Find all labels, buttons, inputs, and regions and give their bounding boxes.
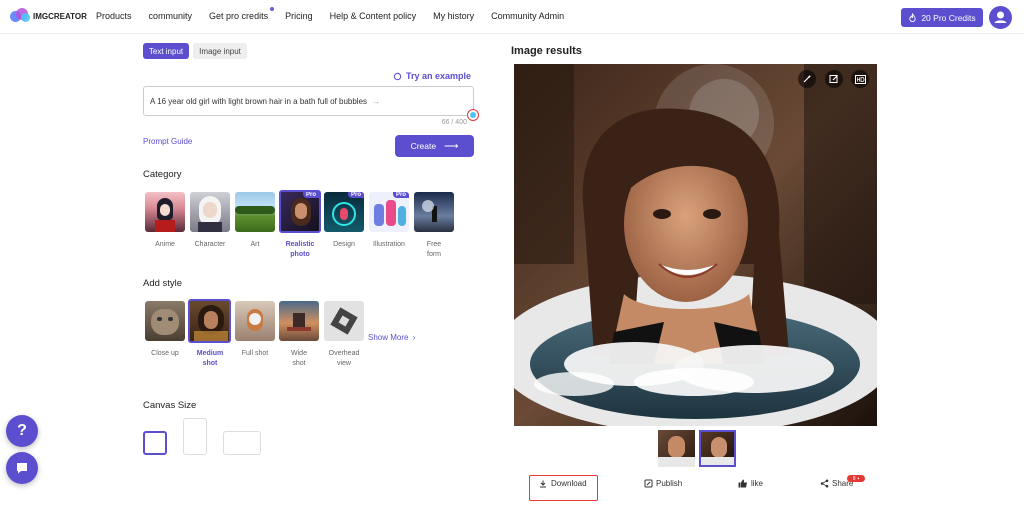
share-count-badge: 8 ▪	[847, 475, 865, 482]
refresh-icon	[393, 72, 402, 80]
try-example-link[interactable]: Try an example	[393, 71, 471, 81]
chat-button[interactable]	[6, 452, 38, 484]
tab-image-input[interactable]: Image input	[193, 43, 247, 59]
assistant-icon[interactable]	[467, 109, 479, 121]
style-label: Full shot	[241, 350, 269, 357]
category-art-thumb[interactable]	[235, 192, 275, 232]
hd-button[interactable]	[851, 70, 869, 88]
chevron-right-icon: ›	[412, 333, 416, 342]
category-label-selected: Realistic photo	[285, 241, 315, 258]
nav-community-admin[interactable]: Community Admin	[491, 11, 564, 21]
like-button[interactable]: like	[738, 479, 763, 488]
category-anime-thumb[interactable]	[145, 192, 185, 232]
category-character-thumb[interactable]	[190, 192, 230, 232]
style-label: Close up	[151, 350, 179, 357]
chat-icon	[17, 463, 27, 474]
pro-badge: Pro	[302, 192, 319, 198]
main-nav: Products community Get pro credits Prici…	[96, 7, 581, 21]
category-label: Character	[194, 241, 226, 248]
logo[interactable]: IMGCREATOR	[10, 8, 87, 24]
style-wide-shot-thumb[interactable]	[279, 301, 319, 341]
publish-icon	[644, 479, 653, 488]
canvas-portrait-option[interactable]	[183, 418, 207, 455]
nav-community[interactable]: community	[149, 11, 193, 21]
category-title: Category	[143, 169, 182, 180]
download-button[interactable]: Download	[539, 479, 587, 488]
category-label: Anime	[155, 241, 175, 248]
nav-get-pro-credits[interactable]: Get pro credits	[209, 7, 275, 21]
pro-badge: Pro	[347, 192, 364, 198]
category-label: Art	[250, 241, 260, 248]
try-example-label: Try an example	[406, 71, 472, 81]
tab-text-input[interactable]: Text input	[143, 43, 189, 59]
canvas-size-title: Canvas Size	[143, 400, 197, 411]
top-navigation-bar: IMGCREATOR Products community Get pro cr…	[0, 0, 1024, 34]
logo-icon	[10, 8, 32, 24]
thumbs-up-icon	[738, 479, 747, 488]
style-label: Wide shot	[291, 350, 307, 367]
category-realistic-photo-thumb[interactable]: Pro	[279, 190, 321, 233]
result-thumbnail-1[interactable]	[658, 430, 695, 467]
question-icon: ?	[17, 422, 27, 439]
help-button[interactable]: ?	[6, 415, 38, 447]
nav-my-history[interactable]: My history	[433, 11, 474, 21]
pro-credits-label: 20 Pro Credits	[921, 12, 976, 23]
publish-button[interactable]: Publish	[644, 479, 682, 488]
style-label: Overhead view	[328, 350, 360, 367]
user-avatar[interactable]	[989, 6, 1012, 29]
edit-icon	[829, 75, 838, 83]
nav-products[interactable]: Products	[96, 11, 132, 21]
like-label: like	[751, 479, 764, 488]
share-icon	[820, 479, 829, 488]
canvas-square-option[interactable]	[143, 431, 167, 455]
image-results-title: Image results	[511, 45, 582, 57]
result-image-canvas	[514, 64, 877, 426]
gift-icon: ▪	[857, 475, 860, 482]
nav-help[interactable]: Help & Content policy	[330, 11, 417, 21]
category-design-thumb[interactable]: Pro	[324, 192, 364, 232]
arrow-right-icon: ⟶	[444, 140, 459, 152]
prompt-guide-link[interactable]: Prompt Guide	[143, 137, 192, 146]
category-illustration-thumb[interactable]: Pro	[369, 192, 409, 232]
new-dot-icon	[270, 7, 275, 11]
create-label: Create	[410, 141, 437, 151]
magic-wand-button[interactable]	[798, 70, 816, 88]
hd-icon	[854, 74, 866, 84]
download-icon	[540, 480, 546, 487]
style-label-selected: Medium shot	[196, 350, 224, 367]
canvas-landscape-option[interactable]	[223, 431, 261, 455]
user-icon	[994, 11, 1007, 23]
character-counter: 66 / 400	[441, 119, 467, 126]
show-more-link[interactable]: Show More ›	[368, 333, 415, 342]
pro-credits-button[interactable]: 20 Pro Credits	[901, 8, 983, 27]
publish-label: Publish	[656, 479, 683, 488]
prompt-text: A 16 year old girl with light brown hair…	[150, 97, 368, 106]
style-overhead-view-thumb[interactable]	[324, 301, 364, 341]
nav-get-pro-credits-label: Get pro credits	[209, 11, 269, 21]
edit-button[interactable]	[825, 70, 843, 88]
style-full-shot-thumb[interactable]	[235, 301, 275, 341]
prompt-input[interactable]: A 16 year old girl with light brown hair…	[143, 86, 479, 121]
category-free-form-thumb[interactable]	[414, 192, 454, 232]
pro-badge: Pro	[392, 192, 409, 198]
magic-wand-icon	[803, 75, 811, 83]
result-thumbnail-2[interactable]	[699, 430, 736, 467]
style-medium-shot-thumb[interactable]	[188, 299, 231, 343]
logo-text: IMGCREATOR	[33, 11, 87, 21]
create-button[interactable]: Create ⟶	[395, 135, 474, 157]
arrow-right-icon: →	[372, 97, 381, 106]
share-count: 8	[852, 475, 856, 482]
flame-icon	[909, 13, 916, 22]
download-label: Download	[551, 479, 587, 488]
category-label: Design	[333, 241, 355, 248]
show-more-label: Show More	[368, 333, 409, 342]
result-image[interactable]	[514, 64, 877, 426]
category-label: Free form	[426, 241, 442, 258]
nav-pricing[interactable]: Pricing	[285, 11, 313, 21]
style-close-up-thumb[interactable]	[145, 301, 185, 341]
style-title: Add style	[143, 278, 183, 289]
category-label: Illustration	[373, 241, 405, 248]
